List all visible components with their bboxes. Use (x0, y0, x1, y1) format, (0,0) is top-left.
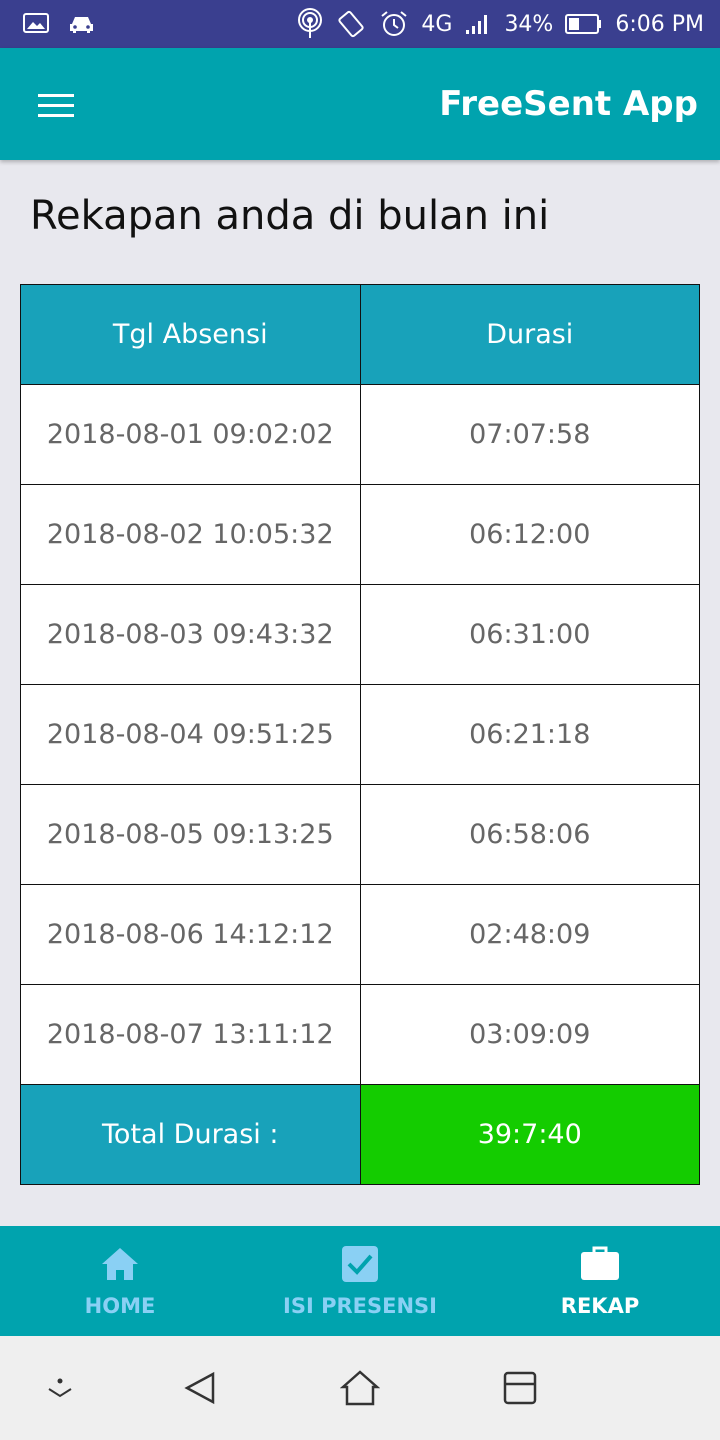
table-row: 2018-08-07 13:11:12 03:09:09 (20, 984, 700, 1085)
table-header-row: Tgl Absensi Durasi (20, 284, 700, 385)
home-icon[interactable] (339, 1368, 381, 1408)
duration-cell: 06:12:00 (359, 484, 700, 585)
briefcase-icon (580, 1244, 620, 1284)
network-type: 4G (421, 11, 453, 37)
date-cell: 2018-08-06 14:12:12 (20, 884, 361, 985)
column-header-date: Tgl Absensi (20, 284, 361, 385)
date-cell: 2018-08-04 09:51:25 (20, 684, 361, 785)
hamburger-menu-icon[interactable] (38, 94, 74, 118)
nav-label-isi-presensi: ISI PRESENSI (283, 1294, 437, 1318)
total-row: Total Durasi : 39:7:40 (20, 1084, 700, 1185)
dropdown-icon[interactable] (40, 1368, 80, 1408)
system-navigation-bar (0, 1336, 720, 1440)
app-bar: FreeSent App (0, 48, 720, 160)
table-row: 2018-08-03 09:43:32 06:31:00 (20, 584, 700, 685)
page-title: Rekapan anda di bulan ini (30, 193, 550, 239)
nav-item-home[interactable]: HOME (0, 1226, 240, 1336)
duration-cell: 06:21:18 (359, 684, 700, 785)
duration-cell: 07:07:58 (359, 384, 700, 485)
duration-cell: 06:31:00 (359, 584, 700, 685)
total-duration-value: 39:7:40 (359, 1084, 700, 1185)
table-row: 2018-08-06 14:12:12 02:48:09 (20, 884, 700, 985)
hotspot-icon (297, 8, 323, 40)
nav-item-isi-presensi[interactable]: ISI PRESENSI (240, 1226, 480, 1336)
date-cell: 2018-08-01 09:02:02 (20, 384, 361, 485)
alarm-icon (379, 9, 409, 39)
attendance-table: Tgl Absensi Durasi 2018-08-01 09:02:02 0… (20, 284, 700, 1185)
back-icon[interactable] (180, 1368, 220, 1408)
recents-icon[interactable] (500, 1368, 540, 1408)
clock: 6:06 PM (615, 11, 704, 37)
checkbox-icon (340, 1244, 380, 1284)
nav-item-rekap[interactable]: REKAP (480, 1226, 720, 1336)
date-cell: 2018-08-05 09:13:25 (20, 784, 361, 885)
status-bar: 4G 34% 6:06 PM (0, 0, 720, 48)
nav-label-rekap: REKAP (560, 1294, 640, 1318)
nav-label-home: HOME (84, 1294, 156, 1318)
gallery-icon (22, 11, 50, 35)
date-cell: 2018-08-03 09:43:32 (20, 584, 361, 685)
battery-percentage: 34% (504, 11, 554, 37)
car-icon (68, 10, 98, 36)
bottom-navigation: HOME ISI PRESENSI REKAP (0, 1226, 720, 1336)
duration-cell: 03:09:09 (359, 984, 700, 1085)
date-cell: 2018-08-07 13:11:12 (20, 984, 361, 1085)
app-title: FreeSent App (439, 84, 698, 124)
table-row: 2018-08-04 09:51:25 06:21:18 (20, 684, 700, 785)
date-cell: 2018-08-02 10:05:32 (20, 484, 361, 585)
home-icon (100, 1244, 140, 1284)
total-duration-label: Total Durasi : (20, 1084, 361, 1185)
rotate-icon (335, 9, 367, 39)
battery-icon (565, 13, 603, 35)
table-row: 2018-08-01 09:02:02 07:07:58 (20, 384, 700, 485)
duration-cell: 02:48:09 (359, 884, 700, 985)
table-row: 2018-08-05 09:13:25 06:58:06 (20, 784, 700, 885)
column-header-duration: Durasi (359, 284, 700, 385)
signal-icon (464, 12, 492, 36)
table-row: 2018-08-02 10:05:32 06:12:00 (20, 484, 700, 585)
duration-cell: 06:58:06 (359, 784, 700, 885)
